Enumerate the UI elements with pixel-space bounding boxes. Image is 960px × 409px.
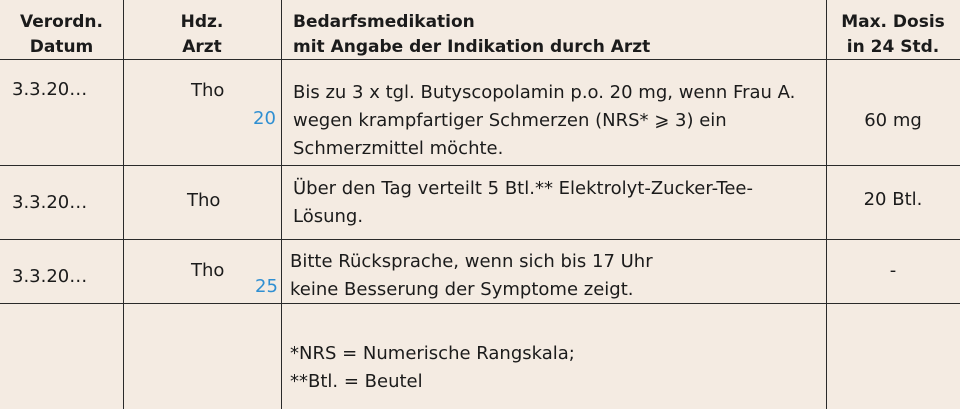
row1-text-line2: wegen krampfartiger Schmerzen (NRS* ⩾ 3)… <box>293 110 727 131</box>
line-number: 20 <box>253 108 276 129</box>
row1-text-line3: Schmerzmittel möchte. <box>293 138 504 159</box>
column-divider <box>123 0 124 409</box>
row2-text-line1: Über den Tag verteilt 5 Btl.** Elektroly… <box>293 178 754 199</box>
header-datum-line2: Datum <box>29 37 94 57</box>
header-bedarf-line2: mit Angabe der Indikation durch Arzt <box>293 37 651 57</box>
header-dosis-line1: Max. Dosis <box>841 12 945 32</box>
row1-datum: 3.3.20… <box>12 79 88 100</box>
row2-arzt: Tho <box>187 190 221 211</box>
row2-datum: 3.3.20… <box>12 192 88 213</box>
row-divider <box>0 239 960 240</box>
row-divider <box>0 165 960 166</box>
header-bedarf: Bedarfsmedikation mit Angabe der Indikat… <box>293 10 650 60</box>
header-datum-line1: Verordn. <box>20 12 103 32</box>
header-arzt: Hdz. Arzt <box>123 10 281 60</box>
row1-text-line1: Bis zu 3 x tgl. Butyscopolamin p.o. 20 m… <box>293 82 796 103</box>
row3-arzt: Tho <box>191 260 225 281</box>
row1-dosis: 60 mg <box>864 110 922 131</box>
row2-text-line2: Lösung. <box>293 206 364 227</box>
row2-dosis: 20 Btl. <box>863 189 923 210</box>
row1-indication: Bis zu 3 x tgl. Butyscopolamin p.o. 20 m… <box>293 79 795 163</box>
medication-table: Verordn. Datum Hdz. Arzt Bedarfsmedikati… <box>0 0 960 409</box>
row3-dosis: - <box>889 260 897 281</box>
row2-indication: Über den Tag verteilt 5 Btl.** Elektroly… <box>293 175 753 231</box>
row1-arzt: Tho <box>191 80 225 101</box>
footnote-nrs: *NRS = Numerische Rangskala; <box>290 343 575 364</box>
header-dosis-line2: in 24 Std. <box>846 37 940 57</box>
header-datum: Verordn. Datum <box>0 10 123 60</box>
header-arzt-line1: Hdz. <box>180 12 224 32</box>
header-bedarf-line1: Bedarfsmedikation <box>293 12 475 32</box>
row3-indication: Bitte Rücksprache, wenn sich bis 17 Uhr … <box>290 248 653 304</box>
footnote-btl: **Btl. = Beutel <box>290 371 423 392</box>
column-divider <box>281 0 282 409</box>
line-number: 25 <box>255 276 278 297</box>
header-dosis: Max. Dosis in 24 Std. <box>826 10 960 60</box>
row3-datum: 3.3.20… <box>12 266 88 287</box>
row3-text-line1: Bitte Rücksprache, wenn sich bis 17 Uhr <box>290 251 653 272</box>
footnotes: *NRS = Numerische Rangskala; **Btl. = Be… <box>290 340 575 396</box>
header-arzt-line2: Arzt <box>182 37 222 57</box>
row3-text-line2: keine Besserung der Symptome zeigt. <box>290 279 634 300</box>
